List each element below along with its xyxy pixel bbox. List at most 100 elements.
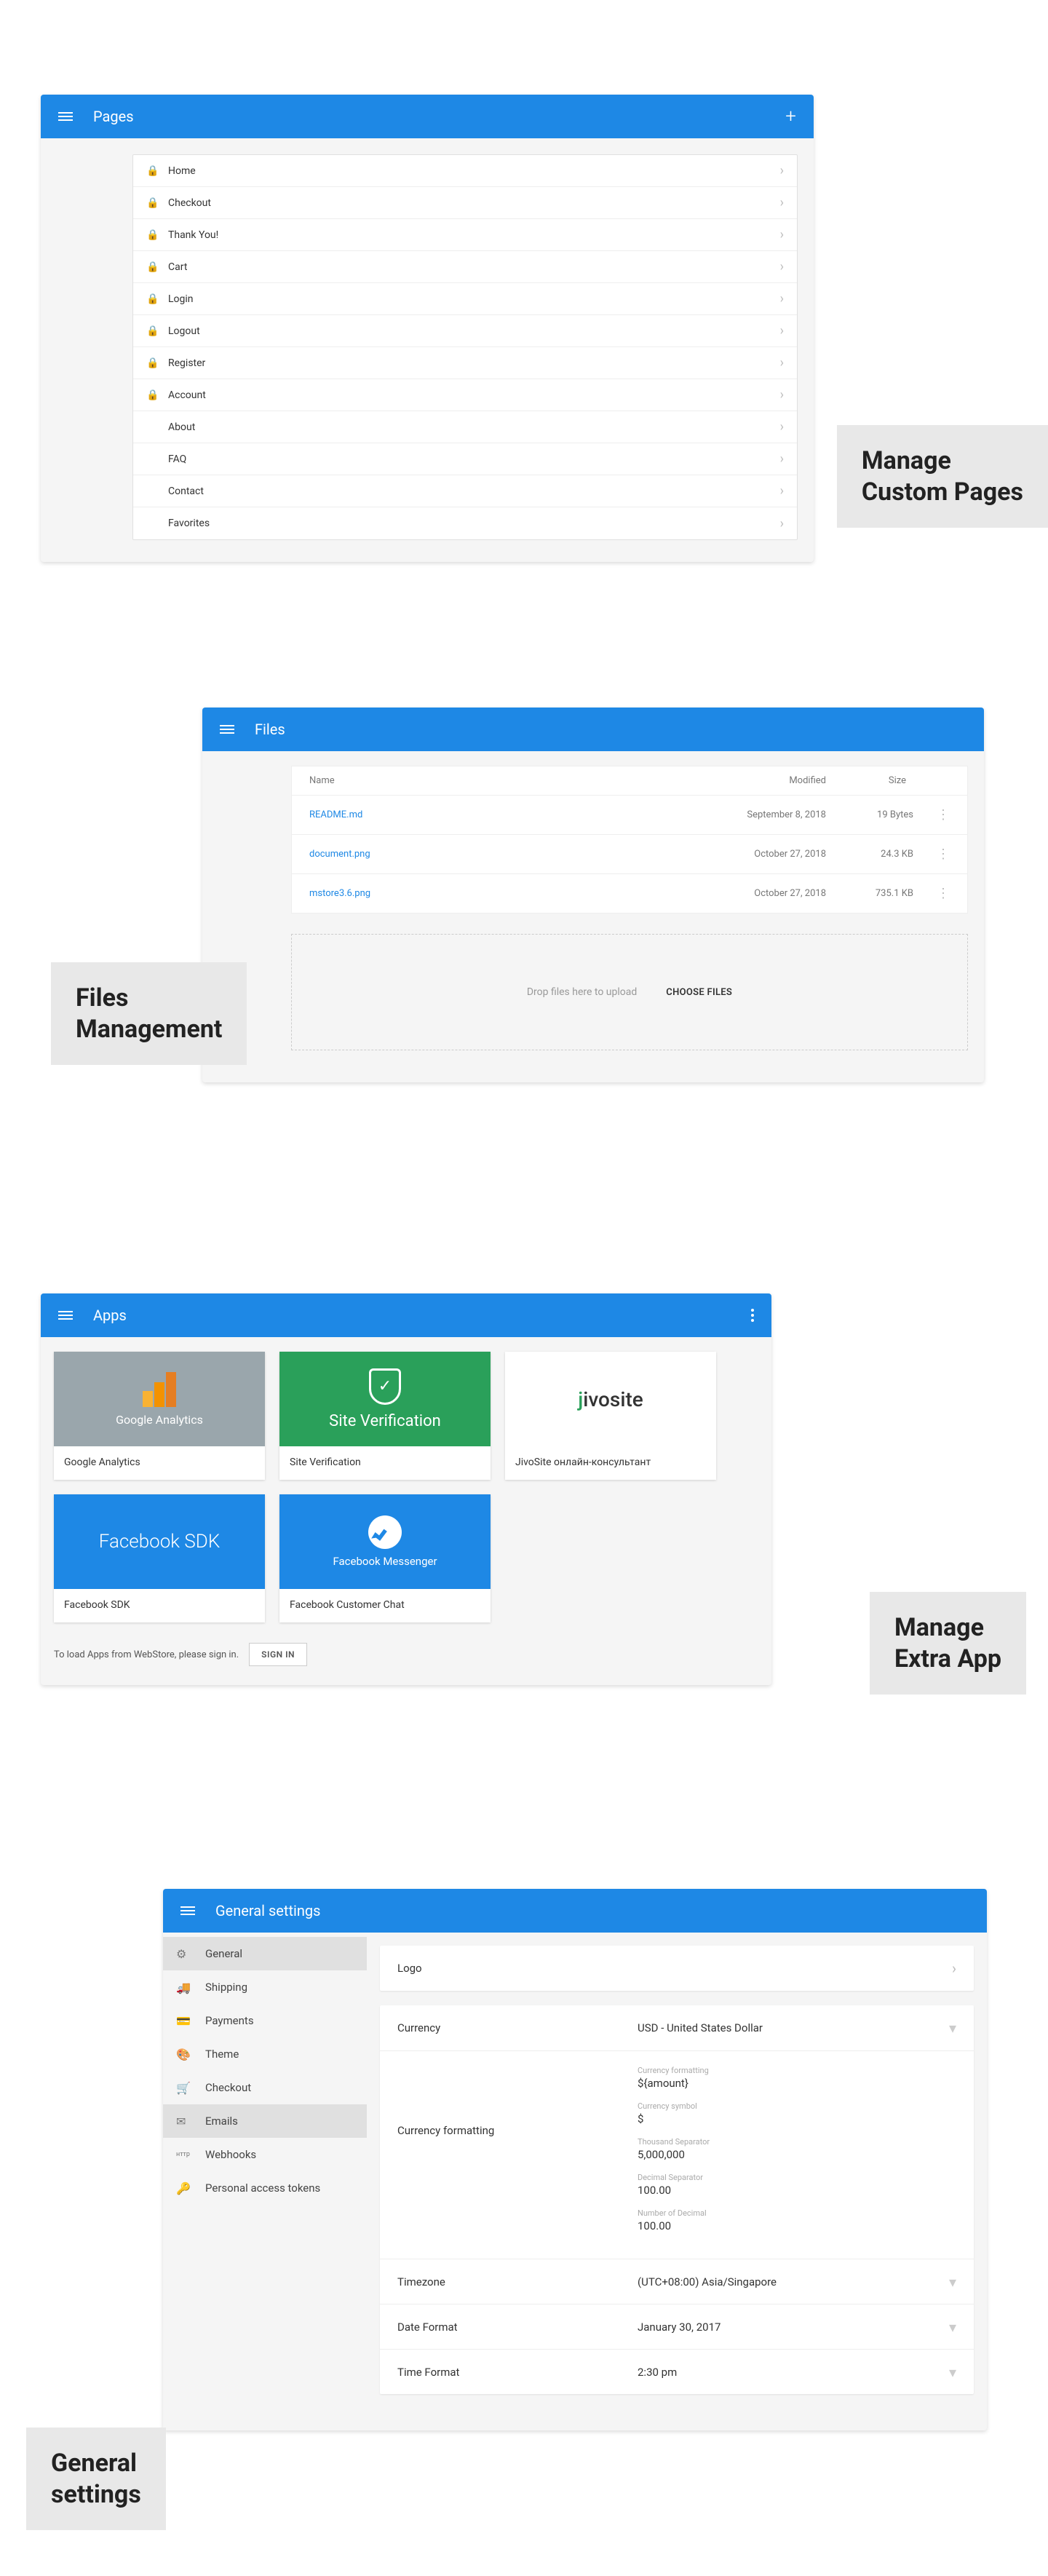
sidebar-item-theme[interactable]: 🎨Theme: [163, 2037, 367, 2071]
page-row[interactable]: FAQ›: [133, 443, 797, 475]
app-caption: Google Analytics: [54, 1446, 265, 1480]
page-row[interactable]: 🔒Login›: [133, 283, 797, 315]
chevron-down-icon: ▾: [949, 2273, 956, 2291]
app-card-jivosite[interactable]: jivosite JivoSite онлайн-консультант: [505, 1352, 716, 1480]
chevron-right-icon: ›: [780, 419, 784, 435]
formatting-field[interactable]: Number of Decimal100.00: [638, 2208, 956, 2232]
files-table: Name Modified Size README.mdSeptember 8,…: [291, 766, 968, 914]
chevron-down-icon: ▾: [949, 2363, 956, 2381]
sidebar-item-webhooks[interactable]: нттрWebhooks: [163, 2138, 367, 2171]
page-row[interactable]: 🔒Account›: [133, 379, 797, 411]
menu-icon[interactable]: [220, 725, 234, 734]
file-more-icon[interactable]: ⋮: [913, 847, 950, 862]
currency-row[interactable]: Currency USD - United States Dollar ▾: [380, 2005, 974, 2050]
drop-hint: Drop files here to upload: [527, 986, 637, 998]
menu-icon[interactable]: [58, 1311, 73, 1320]
chevron-right-icon: ›: [780, 195, 784, 210]
settings-title: General settings: [215, 1902, 320, 1919]
page-label: Cart: [168, 261, 187, 273]
page-row[interactable]: 🔒Checkout ›: [133, 187, 797, 219]
file-name-link[interactable]: README.md: [309, 809, 659, 820]
date-format-row[interactable]: Date Format January 30, 2017 ▾: [380, 2304, 974, 2349]
app-card-site-verification[interactable]: Site Verification Site Verification: [279, 1352, 491, 1480]
signin-text: To load Apps from WebStore, please sign …: [54, 1649, 239, 1660]
formatting-field[interactable]: Decimal Separator100.00: [638, 2173, 956, 2197]
chevron-right-icon: ›: [780, 483, 784, 499]
chevron-right-icon: ›: [780, 323, 784, 338]
lock-icon: 🔒: [146, 261, 168, 273]
sidebar-icon: ⚙: [176, 1947, 205, 1961]
settings-header: General settings: [163, 1889, 987, 1933]
pages-panel: Pages + 🔒Home›🔒Checkout›🔒Thank You!›🔒Car…: [41, 95, 814, 562]
page-row[interactable]: 🔒Register›: [133, 347, 797, 379]
page-row[interactable]: 🔒Home›: [133, 155, 797, 187]
file-size: 24.3 KB: [826, 849, 913, 860]
file-size: 19 Bytes: [826, 809, 913, 820]
app-card-facebook-sdk[interactable]: Facebook SDK Facebook SDK: [54, 1494, 265, 1622]
sidebar-item-emails[interactable]: ✉Emails: [163, 2104, 367, 2138]
lock-icon: 🔒: [146, 325, 168, 337]
lock-icon: 🔒: [146, 389, 168, 401]
sidebar-label: Personal access tokens: [205, 2181, 320, 2195]
file-modified: October 27, 2018: [659, 888, 826, 899]
lock-icon: 🔒: [146, 197, 168, 209]
page-row[interactable]: Contact›: [133, 475, 797, 507]
choose-files-button[interactable]: CHOOSE FILES: [666, 987, 732, 998]
page-row[interactable]: 🔒Thank You!›: [133, 219, 797, 251]
files-side-label: FilesManagement: [51, 962, 247, 1065]
signin-row: To load Apps from WebStore, please sign …: [54, 1643, 758, 1666]
sidebar-item-payments[interactable]: 💳Payments: [163, 2004, 367, 2037]
sign-in-button[interactable]: SIGN IN: [249, 1643, 307, 1666]
sidebar-item-checkout[interactable]: 🛒Checkout: [163, 2071, 367, 2104]
field-hint: Currency formatting: [638, 2066, 956, 2075]
page-label: Checkout: [168, 197, 211, 209]
file-more-icon[interactable]: ⋮: [913, 886, 950, 901]
logo-row[interactable]: Logo ›: [380, 1946, 974, 1991]
sidebar-icon: 💳: [176, 2014, 205, 2028]
chevron-down-icon: ▾: [949, 2019, 956, 2037]
chevron-right-icon: ›: [780, 355, 784, 370]
chevron-right-icon: ›: [780, 291, 784, 306]
page-row[interactable]: Favorites›: [133, 507, 797, 539]
page-label: Logout: [168, 325, 200, 337]
app-card-facebook-messenger[interactable]: Facebook Messenger Facebook Customer Cha…: [279, 1494, 491, 1622]
field-value: $: [638, 2112, 956, 2125]
timezone-row[interactable]: Timezone (UTC+08:00) Asia/Singapore ▾: [380, 2259, 974, 2304]
chevron-down-icon: ▾: [949, 2318, 956, 2336]
sidebar-item-personal-access-tokens[interactable]: 🔑Personal access tokens: [163, 2171, 367, 2205]
lock-icon: 🔒: [146, 357, 168, 369]
field-hint: Thousand Separator: [638, 2137, 956, 2147]
menu-icon[interactable]: [58, 112, 73, 121]
file-size: 735.1 KB: [826, 888, 913, 899]
files-header: Files: [202, 708, 984, 751]
file-name-link[interactable]: document.png: [309, 849, 659, 860]
page-row[interactable]: About›: [133, 411, 797, 443]
lock-icon: 🔒: [146, 165, 168, 177]
sidebar-item-general[interactable]: ⚙General: [163, 1937, 367, 1970]
facebook-sdk-icon: Facebook SDK: [54, 1494, 265, 1589]
apps-panel: Apps Google Analytics Google Analytics S…: [41, 1293, 771, 1685]
pages-list: 🔒Home›🔒Checkout›🔒Thank You!›🔒Cart›🔒Login…: [132, 154, 798, 540]
app-caption: Facebook Customer Chat: [279, 1589, 491, 1622]
file-row: document.pngOctober 27, 201824.3 KB⋮: [292, 834, 967, 873]
chevron-right-icon: ›: [780, 227, 784, 242]
app-card-google-analytics[interactable]: Google Analytics Google Analytics: [54, 1352, 265, 1480]
field-hint: Currency symbol: [638, 2101, 956, 2111]
file-more-icon[interactable]: ⋮: [913, 807, 950, 823]
add-page-icon[interactable]: +: [785, 106, 796, 127]
settings-side-label: Generalsettings: [26, 2428, 166, 2530]
page-row[interactable]: 🔒Cart›: [133, 251, 797, 283]
file-dropzone[interactable]: Drop files here to upload CHOOSE FILES: [291, 934, 968, 1050]
sidebar-item-shipping[interactable]: 🚚Shipping: [163, 1970, 367, 2004]
file-name-link[interactable]: mstore3.6.png: [309, 888, 659, 899]
file-row: README.mdSeptember 8, 201819 Bytes⋮: [292, 795, 967, 834]
app-caption: Site Verification: [279, 1446, 491, 1480]
formatting-field[interactable]: Currency formatting${amount}: [638, 2066, 956, 2090]
sidebar-icon: 🚚: [176, 1981, 205, 1994]
formatting-field[interactable]: Currency symbol$: [638, 2101, 956, 2125]
time-format-row[interactable]: Time Format 2:30 pm ▾: [380, 2349, 974, 2394]
menu-icon[interactable]: [180, 1906, 195, 1915]
formatting-field[interactable]: Thousand Separator5,000,000: [638, 2137, 956, 2161]
more-icon[interactable]: [751, 1309, 754, 1322]
page-row[interactable]: 🔒Logout ›: [133, 315, 797, 347]
